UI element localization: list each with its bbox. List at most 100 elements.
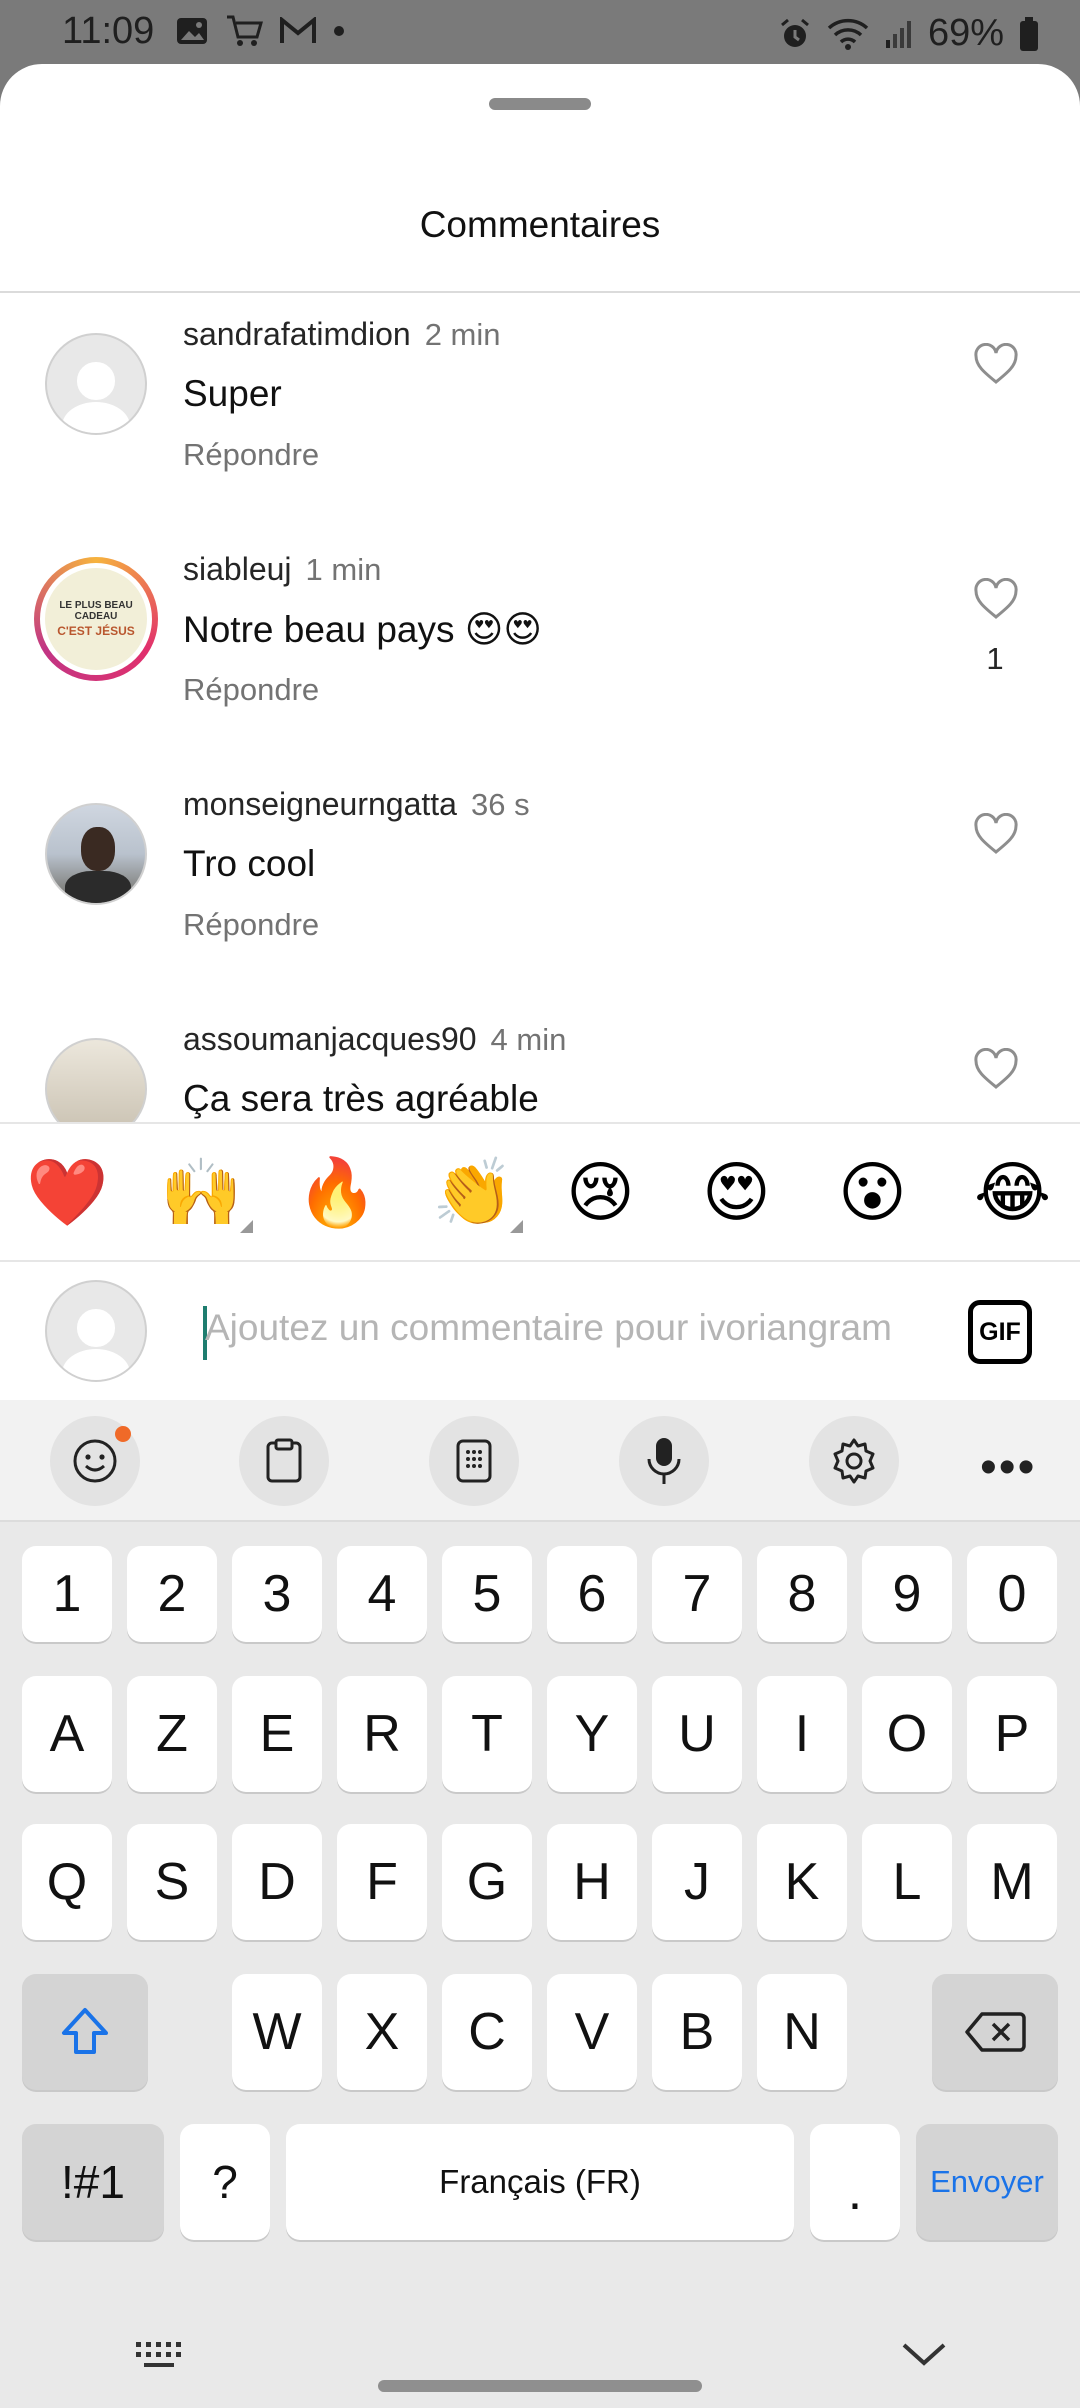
key-b[interactable]: B (652, 1974, 742, 2090)
key-q[interactable]: Q (22, 1824, 112, 1940)
key-c[interactable]: C (442, 1974, 532, 2090)
emoji-heart[interactable]: ❤️ (26, 1152, 108, 1232)
comments-sheet: Commentaires sandrafatimdion 2 min Super … (0, 64, 1080, 1400)
key-e[interactable]: E (232, 1676, 322, 1792)
reply-button[interactable]: Répondre (183, 672, 319, 708)
key-z[interactable]: Z (127, 1676, 217, 1792)
status-bar: 11:09 69% (0, 0, 1080, 66)
avatar-photo-body (65, 871, 131, 903)
key-period[interactable]: . (810, 2124, 900, 2240)
comment-time: 36 s (470, 787, 530, 822)
key-question[interactable]: ? (180, 2124, 270, 2240)
key-1[interactable]: 1 (22, 1546, 112, 1642)
key-y[interactable]: Y (547, 1676, 637, 1792)
like-heart-icon[interactable] (973, 578, 1019, 620)
home-indicator[interactable] (378, 2380, 702, 2392)
key-u[interactable]: U (652, 1676, 742, 1792)
key-k[interactable]: K (757, 1824, 847, 1940)
skin-tone-indicator (240, 1220, 253, 1233)
key-w[interactable]: W (232, 1974, 322, 2090)
avatar-placeholder-body (61, 401, 131, 433)
key-l[interactable]: L (862, 1824, 952, 1940)
numpad-icon[interactable] (429, 1416, 519, 1506)
key-8[interactable]: 8 (757, 1546, 847, 1642)
emoji-surprised[interactable]: 😮 (838, 1152, 907, 1232)
comment-text: Ça sera très agréable (183, 1078, 539, 1119)
skin-tone-indicator (510, 1220, 523, 1233)
avatar[interactable] (45, 803, 147, 905)
signal-icon (885, 20, 911, 48)
emoji-icon[interactable] (50, 1416, 140, 1506)
drag-handle[interactable] (489, 98, 591, 110)
dot-icon (334, 26, 344, 36)
key-i[interactable]: I (757, 1676, 847, 1792)
emoji-laughing[interactable]: 😂 (974, 1152, 1051, 1232)
comment-username[interactable]: assoumanjacques90 4 min (183, 1021, 566, 1058)
key-h[interactable]: H (547, 1824, 637, 1940)
emoji-crying[interactable]: 😢 (566, 1152, 635, 1232)
key-m[interactable]: M (967, 1824, 1057, 1940)
key-t[interactable]: T (442, 1676, 532, 1792)
gif-button[interactable]: GIF (968, 1300, 1032, 1364)
username-text[interactable]: monseigneurngatta (183, 786, 457, 822)
like-heart-icon[interactable] (973, 813, 1019, 855)
key-0[interactable]: 0 (967, 1546, 1057, 1642)
avatar-photo-face (81, 827, 115, 871)
more-icon[interactable]: ••• (980, 1440, 1036, 1495)
username-text[interactable]: sandrafatimdion (183, 316, 411, 352)
key-r[interactable]: R (337, 1676, 427, 1792)
comment-username[interactable]: sandrafatimdion 2 min (183, 316, 501, 353)
key-2[interactable]: 2 (127, 1546, 217, 1642)
emoji-heart-eyes[interactable]: 😍 (702, 1152, 771, 1232)
emoji-clap[interactable]: 👏 (432, 1152, 514, 1232)
username-text[interactable]: siableuj (183, 551, 292, 587)
like-heart-icon[interactable] (973, 1048, 1019, 1090)
key-5[interactable]: 5 (442, 1546, 532, 1642)
symbols-key[interactable]: !#1 (22, 2124, 164, 2240)
key-3[interactable]: 3 (232, 1546, 322, 1642)
emoji-raised-hands[interactable]: 🙌 (160, 1152, 242, 1232)
clipboard-icon[interactable] (239, 1416, 329, 1506)
comment-username[interactable]: monseigneurngatta 36 s (183, 786, 530, 823)
key-j[interactable]: J (652, 1824, 742, 1940)
emoji-fire[interactable]: 🔥 (296, 1152, 378, 1232)
username-text[interactable]: assoumanjacques90 (183, 1021, 477, 1057)
avatar-placeholder-body (61, 1348, 131, 1380)
reply-button[interactable]: Répondre (183, 907, 319, 943)
backspace-key[interactable] (932, 1974, 1058, 2090)
key-9[interactable]: 9 (862, 1546, 952, 1642)
mic-icon[interactable] (619, 1416, 709, 1506)
key-6[interactable]: 6 (547, 1546, 637, 1642)
comment-item: monseigneurngatta 36 s Tro cool Répondre (0, 763, 1080, 998)
like-count: 1 (986, 641, 1004, 676)
key-a[interactable]: A (22, 1676, 112, 1792)
key-v[interactable]: V (547, 1974, 637, 2090)
comments-list[interactable]: sandrafatimdion 2 min Super Répondre LE P… (0, 293, 1080, 1186)
emoji-reaction-bar: ❤️ 🙌 🔥 👏 😢 😍 😮 😂 (0, 1122, 1080, 1262)
avatar-placeholder (77, 362, 115, 400)
keyboard-switch-icon[interactable] (134, 2338, 190, 2372)
key-o[interactable]: O (862, 1676, 952, 1792)
key-d[interactable]: D (232, 1824, 322, 1940)
avatar-story-ring[interactable]: LE PLUS BEAU CADEAU C'EST JÉSUS (34, 557, 158, 681)
reply-button[interactable]: Répondre (183, 437, 319, 473)
notification-dot (115, 1426, 131, 1442)
key-f[interactable]: F (337, 1824, 427, 1940)
key-4[interactable]: 4 (337, 1546, 427, 1642)
hide-keyboard-icon[interactable] (900, 2340, 948, 2368)
like-heart-icon[interactable] (973, 343, 1019, 385)
send-key[interactable]: Envoyer (916, 2124, 1058, 2240)
key-n[interactable]: N (757, 1974, 847, 2090)
settings-icon[interactable] (809, 1416, 899, 1506)
key-s[interactable]: S (127, 1824, 217, 1940)
key-7[interactable]: 7 (652, 1546, 742, 1642)
key-g[interactable]: G (442, 1824, 532, 1940)
comment-input[interactable]: Ajoutez un commentaire pour ivoriangram (205, 1307, 922, 1357)
key-p[interactable]: P (967, 1676, 1057, 1792)
comment-username[interactable]: siableuj 1 min (183, 551, 381, 588)
space-key[interactable]: Français (FR) (286, 2124, 794, 2240)
key-x[interactable]: X (337, 1974, 427, 2090)
sheet-title: Commentaires (419, 204, 661, 245)
avatar[interactable] (45, 333, 147, 435)
shift-key[interactable] (22, 1974, 148, 2090)
